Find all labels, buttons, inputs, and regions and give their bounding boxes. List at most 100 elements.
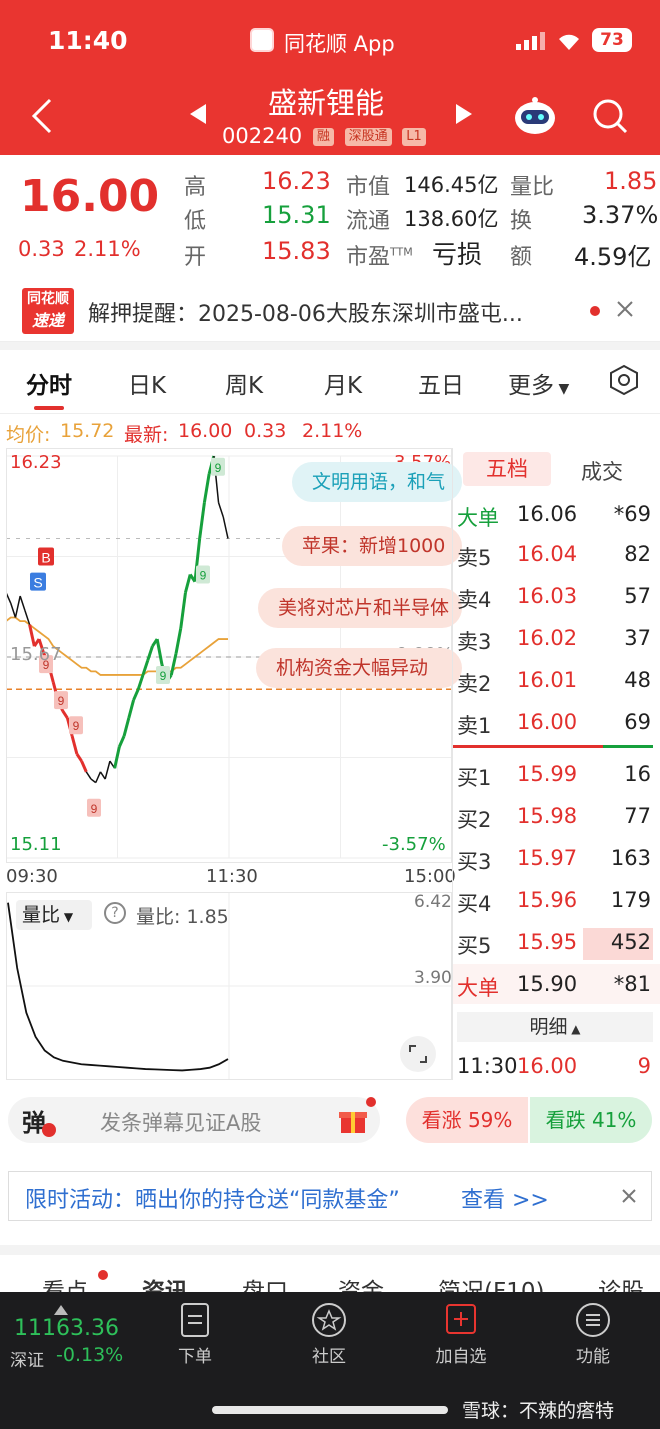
news-ticker[interactable]: 同花顺 速递 解押提醒：2025-08-06大股东深圳市盛屯...	[0, 280, 660, 342]
big-sell-row: 大单 16.06 *69	[453, 494, 660, 534]
order-book: 五档 成交 大单 16.06 *69 卖5 16.04 82 卖4 16.03 57 卖…	[452, 448, 660, 1080]
bear-vote-button[interactable]: 看跌 41%	[530, 1097, 652, 1143]
pe-label: 市盈TTM	[346, 245, 413, 270]
tab-intraday[interactable]: 分时	[26, 366, 72, 400]
nav-community[interactable]: 社区	[284, 1302, 374, 1367]
index-name: 深证	[10, 1351, 44, 1371]
community-star-icon	[312, 1303, 346, 1337]
ask-label: 卖3	[457, 630, 492, 654]
price-segment	[222, 516, 229, 539]
ask-vol: 37	[624, 626, 651, 650]
big-buy-row: 大单 15.90 *81	[453, 964, 660, 1004]
nav-add-watchlist[interactable]: 加自选	[416, 1302, 506, 1367]
latest-label: 最新:	[124, 424, 169, 446]
tab-daily-k[interactable]: 日K	[128, 366, 166, 400]
nav-functions[interactable]: 功能	[548, 1302, 638, 1367]
vol-axis-mid: 3.90	[414, 968, 452, 988]
promo-link[interactable]: 查看 >>	[461, 1182, 549, 1214]
book-tab-trades[interactable]: 成交	[581, 456, 623, 486]
functions-menu-icon	[576, 1303, 610, 1337]
close-promo-icon[interactable]	[621, 1188, 637, 1208]
search-icon[interactable]	[590, 96, 630, 136]
subtab-highlights[interactable]: 看点	[42, 1272, 88, 1294]
bid-price: 15.96	[517, 888, 578, 912]
nine-marker: 9	[91, 802, 98, 816]
price-segment	[179, 592, 187, 629]
x-label-close: 15:00	[404, 866, 456, 887]
section-gap	[0, 342, 660, 350]
subtab-news[interactable]: 资讯	[142, 1272, 188, 1294]
home-indicator	[212, 1406, 448, 1414]
index-value[interactable]: 11163.36	[14, 1316, 119, 1341]
danmaku-2[interactable]: 苹果：新增1000	[282, 526, 462, 566]
intraday-chart[interactable]: BS9999999 16.23 15.67 15.11 3.57% 0.00% …	[6, 448, 462, 890]
detail-toggle[interactable]: 明细 ▲	[457, 1012, 653, 1042]
promo-text: 限时活动：晒出你的持仓送“同款基金”	[25, 1188, 400, 1213]
latest-change: 0.33	[244, 420, 287, 442]
price-segment	[99, 771, 106, 780]
news-text[interactable]: 解押提醒：2025-08-06大股东深圳市盛屯...	[88, 296, 583, 328]
ask-row-2: 卖2 16.01 48	[453, 660, 660, 700]
subtab-profile[interactable]: 简况(F10)	[438, 1272, 544, 1294]
price-segment	[19, 595, 26, 611]
amount-label: 额	[510, 245, 533, 270]
ask-label: 卖5	[457, 546, 492, 570]
close-news-icon[interactable]	[616, 300, 634, 322]
ask-vol: 48	[624, 668, 651, 692]
bid-vol: 452	[610, 930, 651, 954]
logo-top-text: 同花顺	[27, 291, 69, 307]
big-buy-price: 15.90	[517, 972, 578, 996]
quote-panel: 16.00 0.33 2.11% 高 16.23 低 15.31 开 15.83…	[0, 155, 660, 280]
ask-vol: 57	[624, 584, 651, 608]
danmaku-1[interactable]: 文明用语，和气	[292, 462, 462, 502]
tab-weekly-k[interactable]: 周K	[225, 366, 263, 400]
back-icon[interactable]	[30, 98, 60, 134]
signal-icon	[516, 32, 546, 50]
bid-price: 15.98	[517, 804, 578, 828]
tab-monthly-k[interactable]: 月K	[324, 366, 362, 400]
book-tab-five-level[interactable]: 五档	[463, 452, 551, 486]
bid-label: 买2	[457, 808, 492, 832]
nine-marker: 9	[160, 669, 167, 683]
volume-dropdown-label: 量比	[22, 904, 61, 926]
bid-row-2: 买2 15.98 77	[453, 796, 660, 836]
promo-banner[interactable]: 限时活动：晒出你的持仓送“同款基金” 查看 >>	[8, 1171, 652, 1221]
bid-price: 15.99	[517, 762, 578, 786]
subtab-funds[interactable]: 资金	[338, 1272, 384, 1294]
robot-assistant-icon[interactable]	[512, 96, 558, 136]
price-segment	[132, 688, 140, 701]
y-label-top: 16.23	[10, 452, 62, 473]
ask-price: 16.03	[517, 584, 578, 608]
bid-vol: 163	[610, 846, 651, 870]
next-stock-icon[interactable]	[456, 104, 472, 128]
price-change: 0.33	[18, 237, 65, 261]
subtab-diagnosis[interactable]: 诊股	[598, 1272, 644, 1294]
ask-vol: 82	[624, 542, 651, 566]
comment-bar[interactable]: 弹 发条弹幕见证A股	[8, 1097, 380, 1143]
gift-icon[interactable]	[338, 1105, 368, 1135]
price-segment	[202, 473, 211, 503]
subtab-orderbook[interactable]: 盘口	[242, 1272, 288, 1294]
bid-price: 15.97	[517, 846, 578, 870]
tab-five-day[interactable]: 五日	[418, 366, 464, 400]
price-segment	[80, 760, 88, 773]
bull-vote-button[interactable]: 看涨 59%	[406, 1097, 528, 1143]
nine-marker: 9	[215, 461, 222, 475]
volume-ratio-panel: 量比 ▼ ? 量比: 1.85 6.42 3.90	[6, 892, 452, 1080]
price-segment	[136, 674, 145, 690]
help-icon[interactable]: ?	[104, 902, 126, 924]
nav-order[interactable]: 下单	[150, 1302, 240, 1367]
avg-value: 15.72	[60, 420, 115, 442]
volume-ratio-dropdown[interactable]: 量比 ▼	[16, 900, 92, 930]
stock-name: 盛新锂能	[268, 86, 385, 120]
prev-stock-icon[interactable]	[190, 104, 206, 128]
comment-input[interactable]: 发条弹幕见证A股	[100, 1107, 261, 1137]
danmaku-3[interactable]: 美将对芯片和半导体	[258, 588, 462, 628]
settings-hex-icon[interactable]	[608, 364, 640, 400]
open-value: 15.83	[262, 237, 331, 265]
interaction-area: 弹 发条弹幕见证A股 看涨 59% 看跌 41% 限时活动：晒出你的持仓送“同款…	[0, 1085, 660, 1245]
danmaku-4[interactable]: 机构资金大幅异动	[256, 648, 462, 688]
tab-more[interactable]: 更多 ▼	[508, 366, 569, 400]
fullscreen-icon[interactable]	[400, 1036, 436, 1072]
vol-axis-top: 6.42	[414, 892, 452, 912]
